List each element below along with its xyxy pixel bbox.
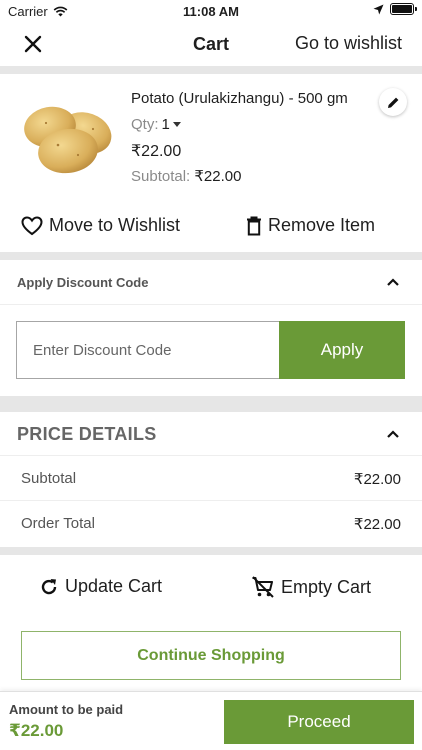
- discount-section-title[interactable]: Apply Discount Code: [17, 275, 148, 290]
- apply-discount-button[interactable]: Apply: [279, 321, 405, 379]
- cart-remove-icon: [252, 576, 274, 598]
- caret-down-icon: [172, 122, 181, 127]
- amount-label: Amount to be paid: [9, 702, 124, 717]
- item-subtotal: Subtotal: ₹22.00: [131, 167, 241, 185]
- order-total-label: Order Total: [21, 515, 95, 532]
- order-total-value: ₹22.00: [353, 516, 401, 533]
- price-divider: [0, 547, 422, 555]
- heart-icon: [21, 215, 43, 235]
- battery-icon: [390, 3, 417, 15]
- item-subtotal-value: ₹22.00: [194, 168, 242, 185]
- price-details-title[interactable]: PRICE DETAILS: [17, 424, 157, 445]
- discount-divider: [0, 396, 422, 412]
- edit-item-button[interactable]: [379, 88, 407, 116]
- update-cart-label: Update Cart: [65, 576, 163, 596]
- discount-code-input[interactable]: [16, 321, 279, 379]
- item-subtotal-label: Subtotal:: [131, 168, 191, 185]
- pencil-icon: [387, 97, 398, 108]
- price-row-line: [0, 500, 422, 501]
- refresh-icon: [41, 578, 57, 594]
- location-arrow-icon: [373, 4, 384, 14]
- empty-cart-label: Empty Cart: [281, 576, 372, 597]
- proceed-button[interactable]: Proceed: [224, 700, 414, 744]
- update-cart-button[interactable]: Update Cart: [39, 576, 162, 597]
- remove-item-button[interactable]: Remove Item: [246, 215, 375, 236]
- move-to-wishlist-label: Move to Wishlist: [49, 215, 181, 235]
- continue-shopping-button[interactable]: Continue Shopping: [21, 631, 401, 680]
- amount-value: ₹22.00: [9, 721, 64, 740]
- empty-cart-button[interactable]: Empty Cart: [251, 576, 371, 598]
- nav-bar: Cart Go to wishlist: [0, 22, 422, 66]
- move-to-wishlist-button[interactable]: Move to Wishlist: [21, 215, 180, 236]
- nav-divider: [0, 66, 422, 74]
- status-bar: Carrier 11:08 AM: [0, 0, 422, 22]
- trash-icon: [247, 216, 261, 235]
- discount-header-line: [0, 304, 422, 305]
- product-divider: [0, 252, 422, 260]
- go-to-wishlist-link[interactable]: Go to wishlist: [295, 33, 402, 54]
- qty-value: 1: [161, 116, 170, 133]
- chevron-up-icon[interactable]: [386, 429, 400, 439]
- product-name[interactable]: Potato (Urulakizhangu) - 500 gm: [131, 90, 348, 107]
- status-time: 11:08 AM: [183, 4, 239, 19]
- subtotal-label: Subtotal: [21, 470, 77, 487]
- chevron-up-icon[interactable]: [386, 277, 400, 287]
- status-right: [373, 3, 417, 15]
- qty-label: Qty:: [131, 116, 159, 133]
- price-header-line: [0, 455, 422, 456]
- remove-item-label: Remove Item: [268, 215, 376, 235]
- checkout-footer: Amount to be paid ₹22.00 Proceed: [0, 691, 422, 750]
- quantity-selector[interactable]: Qty: 1: [131, 116, 181, 133]
- product-price: ₹22.00: [131, 143, 182, 160]
- subtotal-value: ₹22.00: [353, 471, 401, 488]
- product-image: [24, 106, 112, 174]
